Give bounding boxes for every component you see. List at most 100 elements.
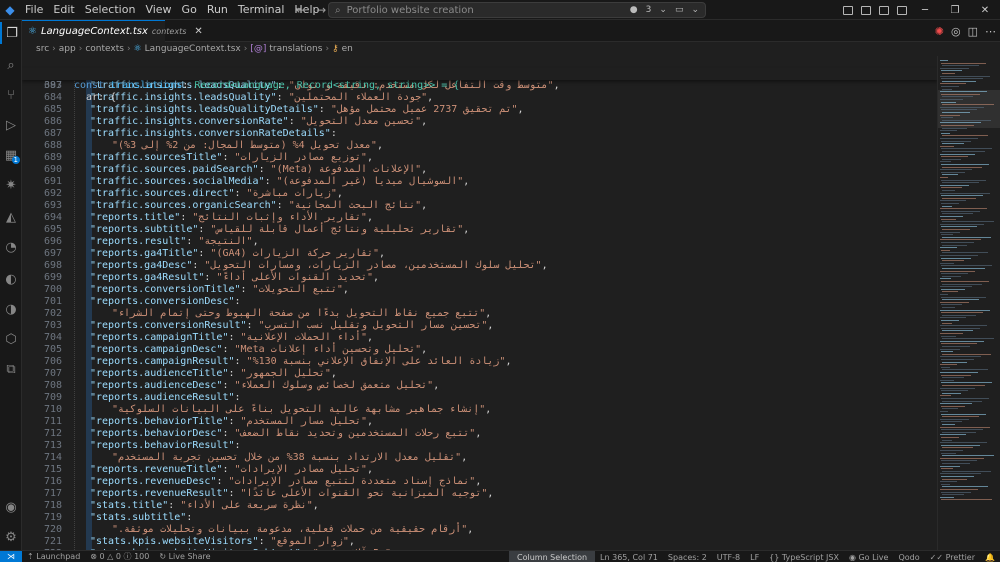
code-line[interactable]: 717 "reports.revenueResult": "توجيه الميز… — [22, 488, 937, 500]
accounts-icon[interactable]: ◉ — [0, 496, 22, 518]
code-line[interactable]: 711 "reports.behaviorTitle": "تحليل مسار … — [22, 416, 937, 428]
code-line[interactable]: 698 "reports.ga4Desc": "تحليل سلوك المستخ… — [22, 260, 937, 272]
sticky-scroll-line[interactable]: 41 const translations: Record<Language, … — [22, 56, 937, 91]
settings-gear-icon[interactable]: ⚙ — [0, 526, 22, 548]
minimize-icon[interactable]: ─ — [910, 0, 940, 20]
testing-icon[interactable]: ⧉ — [0, 358, 22, 380]
code-line[interactable]: 693 "traffic.sources.organicSearch": "نتا… — [22, 200, 937, 212]
sticky-scroll-line[interactable]: 397 ar: { — [22, 68, 937, 103]
toggle-sidebar-icon[interactable] — [840, 0, 856, 20]
code-line[interactable]: 696 "reports.result": "النتيجة", — [22, 236, 937, 248]
chevron-down-icon[interactable]: ⌄ — [659, 5, 667, 15]
vscode-logo-icon[interactable]: ◆ — [0, 0, 20, 20]
code-line[interactable]: 716 "reports.revenueDesc": "نماذج إسناد م… — [22, 476, 937, 488]
launchpad-item[interactable]: ⇡ Launchpad — [22, 552, 85, 561]
cursor-position[interactable]: Ln 365, Col 71 — [595, 553, 663, 562]
code-line[interactable]: 705 "reports.campaignDesc": "تحليل وتحسين… — [22, 344, 937, 356]
feedback-icon[interactable]: ▭ — [675, 5, 684, 15]
code-line[interactable]: 707 "reports.audienceTitle": "تحليل الجمه… — [22, 368, 937, 380]
code-line[interactable]: 695 "reports.subtitle": "تقارير تحليلية و… — [22, 224, 937, 236]
code-line[interactable]: 701 "reports.conversionDesc": — [22, 296, 937, 308]
code-line[interactable]: 721 "stats.kpis.websiteVisitors": "زوار ا… — [22, 536, 937, 548]
close-icon[interactable]: ✕ — [194, 26, 202, 37]
language-mode[interactable]: {} TypeScript JSX — [764, 553, 844, 562]
run-debug-icon[interactable]: ▷ — [0, 114, 22, 136]
code-line[interactable]: 686 "traffic.insights.conversionRate": "ت… — [22, 116, 937, 128]
code-line[interactable]: 715 "reports.revenueTitle": "تحليل مصادر … — [22, 464, 937, 476]
code-line[interactable]: 708 "reports.audienceDesc": "تحليل متعمق … — [22, 380, 937, 392]
toggle-secondary-sidebar-icon[interactable] — [876, 0, 892, 20]
breadcrumb-item[interactable]: app — [59, 44, 76, 54]
breadcrumb-item[interactable]: src — [36, 44, 49, 54]
code-line[interactable]: 706 "reports.campaignResult": "زيادة العا… — [22, 356, 937, 368]
explorer-icon[interactable]: ❐ — [0, 22, 22, 44]
code-line[interactable]: 720 "أرقام حقيقية من حملات فعلية، مدعومة … — [22, 524, 937, 536]
chevron-down-icon[interactable]: ⌄ — [691, 5, 699, 15]
code-editor[interactable]: 41 const translations: Record<Language, … — [22, 56, 937, 550]
code-line[interactable]: 697 "reports.ga4Title": "تقارير حركة الزي… — [22, 248, 937, 260]
search-icon[interactable]: ⌕ — [0, 54, 22, 76]
command-center[interactable]: ⌕ Portfolio website creation ● 3 ⌄ ▭ ⌄ — [328, 2, 706, 18]
code-line[interactable]: 692 "traffic.sources.direct": "زيارات مبا… — [22, 188, 937, 200]
code-line[interactable]: 703 "reports.conversionResult": "تحسين مس… — [22, 320, 937, 332]
encoding[interactable]: UTF-8 — [712, 553, 745, 562]
extension-pack-icon[interactable]: ⬡ — [0, 328, 22, 350]
github-icon[interactable]: ◐ — [0, 268, 22, 290]
code-line[interactable]: 709 "reports.audienceResult": — [22, 392, 937, 404]
breadcrumb-item[interactable]: LanguageContext.tsx — [145, 44, 241, 54]
code-line[interactable]: 691 "traffic.sources.socialMedia": "السوش… — [22, 176, 937, 188]
end-of-line[interactable]: LF — [745, 553, 764, 562]
ai-review-icon[interactable]: ✺ — [935, 25, 944, 38]
code-line[interactable]: 700 "reports.conversionTitle": "تتبع التح… — [22, 284, 937, 296]
customize-layout-icon[interactable] — [894, 0, 910, 20]
remote-indicator-icon[interactable]: ⋊ — [0, 550, 22, 562]
code-line[interactable]: 710 "إنشاء جماهير مشابهة عالية التحويل بن… — [22, 404, 937, 416]
live-share-item[interactable]: ↻ Live Share — [154, 552, 215, 561]
code-line[interactable]: 714 "تقليل معدل الارتداد بنسبة 38% من خلا… — [22, 452, 937, 464]
code-line[interactable]: 687 "traffic.insights.conversionRateDetai… — [22, 128, 937, 140]
more-actions-icon[interactable]: ⋯ — [985, 25, 996, 38]
menu-item-selection[interactable]: Selection — [80, 0, 141, 20]
code-line[interactable]: 699 "reports.ga4Result": "تحديد القنوات ا… — [22, 272, 937, 284]
tab-language-context[interactable]: ⚛ LanguageContext.tsx contexts ✕ — [22, 20, 203, 42]
code-line[interactable]: 718 "stats.title": "نظرة سريعة على الأداء… — [22, 500, 937, 512]
menu-item-edit[interactable]: Edit — [48, 0, 79, 20]
qodo-item[interactable]: Qodo — [893, 553, 924, 562]
timeline-icon[interactable]: ◑ — [0, 298, 22, 320]
go-live-item[interactable]: ◉ Go Live — [844, 553, 894, 562]
indentation[interactable]: Spaces: 2 — [663, 553, 712, 562]
breadcrumb-item[interactable]: contexts — [85, 44, 124, 54]
code-line[interactable]: 719 "stats.subtitle": — [22, 512, 937, 524]
column-selection-mode[interactable]: Column Selection — [509, 551, 596, 562]
menu-item-file[interactable]: File — [20, 0, 48, 20]
code-line[interactable]: 685 "traffic.insights.leadsQualityDetails… — [22, 104, 937, 116]
chat-icon[interactable]: ● — [630, 5, 638, 15]
back-arrow-icon[interactable]: ← — [296, 0, 306, 20]
code-line[interactable]: 712 "reports.behaviorDesc": "تتبع رحلات ا… — [22, 428, 937, 440]
split-editor-icon[interactable]: ◫ — [968, 25, 978, 38]
source-control-icon[interactable]: ⑂ — [0, 84, 22, 106]
breadcrumb-item[interactable]: translations — [269, 44, 322, 54]
remote-explorer-icon[interactable]: ◔ — [0, 236, 22, 258]
docker-icon[interactable]: ◭ — [0, 206, 22, 228]
minimap[interactable] — [937, 56, 1000, 550]
menu-item-run[interactable]: Run — [202, 0, 233, 20]
copilot-icon[interactable]: ◎ — [951, 25, 961, 38]
ai-assistant-icon[interactable]: ✷ — [0, 174, 22, 196]
code-line[interactable]: 688 "معدل تحويل 4% (متوسط المجال: من 2% إ… — [22, 140, 937, 152]
code-line[interactable]: 713 "reports.behaviorResult": — [22, 440, 937, 452]
code-line[interactable]: 694 "reports.title": "تقارير الأداء وإثبا… — [22, 212, 937, 224]
menu-item-go[interactable]: Go — [177, 0, 202, 20]
prettier-item[interactable]: ✓✓ Prettier — [925, 553, 980, 562]
code-line[interactable]: 689 "traffic.sourcesTitle": "توزيع مصادر … — [22, 152, 937, 164]
extensions-icon[interactable]: ▦ 1 — [0, 144, 22, 166]
close-icon[interactable]: ✕ — [970, 0, 1000, 20]
code-line[interactable]: 684 "traffic.insights.leadsQuality": "جود… — [22, 92, 937, 104]
toggle-panel-icon[interactable] — [858, 0, 874, 20]
problems-item[interactable]: ⊗ 0 △ 0 ⓘ 100 — [85, 551, 154, 562]
notifications-bell-icon[interactable]: 🔔 — [980, 553, 1000, 562]
restore-icon[interactable]: ❐ — [940, 0, 970, 20]
code-line[interactable]: 690 "traffic.sources.paidSearch": "الإعلا… — [22, 164, 937, 176]
code-line[interactable]: 702 "تتبع جميع نقاط التحويل بدءًا من صفحة… — [22, 308, 937, 320]
forward-arrow-icon[interactable]: → — [316, 0, 326, 20]
